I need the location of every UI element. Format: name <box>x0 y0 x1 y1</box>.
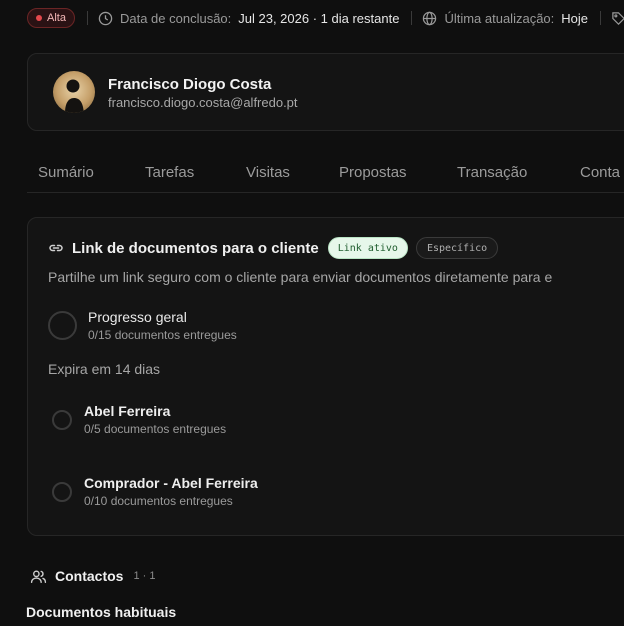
page: Alta Data de conclusão: Jul 23, 2026 · 1… <box>0 0 624 626</box>
contacts-count: 1 · 1 <box>133 570 156 582</box>
contacts-label: Contactos <box>55 568 124 584</box>
divider <box>86 11 88 25</box>
due-label: Data de conclusão: <box>119 10 232 26</box>
meta-bar: Alta Data de conclusão: Jul 23, 2026 · 1… <box>27 7 624 29</box>
progress-count: 0/15 documentos entregues <box>88 328 237 342</box>
progress-title: Progresso geral <box>88 309 187 325</box>
priority-dot-icon <box>36 15 42 21</box>
priority-label: Alta <box>47 12 66 24</box>
tab-bar: Sumário Tarefas Visitas Propostas Transa… <box>27 153 624 193</box>
updated-label: Última atualização: <box>444 10 555 26</box>
due-value: Jul 23, 2026 · 1 dia restante <box>238 10 400 26</box>
document-link-title: Link de documentos para o cliente <box>72 239 319 257</box>
divider <box>411 11 413 25</box>
link-icon <box>48 240 64 256</box>
person-name[interactable]: Comprador - Abel Ferreira <box>84 475 258 491</box>
client-name: Francisco Diogo Costa <box>108 76 272 93</box>
tab-tarefas[interactable]: Tarefas <box>145 164 194 181</box>
last-updated: Última atualização: Hoje <box>422 11 588 26</box>
tab-transacao[interactable]: Transação <box>457 164 527 181</box>
users-icon <box>30 568 47 585</box>
person-name[interactable]: Abel Ferreira <box>84 403 170 419</box>
expiry-text: Expira em 14 dias <box>48 361 161 377</box>
person-progress-ring <box>52 410 72 430</box>
common-documents-heading: Documentos habituais <box>26 604 177 620</box>
tab-sumario[interactable]: Sumário <box>38 164 94 181</box>
document-link-description: Partilhe um link seguro com o cliente pa… <box>48 269 553 285</box>
priority-badge[interactable]: Alta <box>27 8 75 28</box>
client-card[interactable]: Francisco Diogo Costa francisco.diogo.co… <box>27 53 624 131</box>
tab-propostas[interactable]: Propostas <box>339 164 407 181</box>
client-email[interactable]: francisco.diogo.costa@alfredo.pt <box>108 95 298 110</box>
divider <box>600 11 602 25</box>
due-date: Data de conclusão: Jul 23, 2026 · 1 dia … <box>98 11 399 26</box>
link-specific-badge: Específico <box>415 237 499 259</box>
contacts-section-header[interactable]: Contactos 1 · 1 <box>30 566 155 586</box>
updated-value: Hoje <box>561 10 589 26</box>
document-link-header: Link de documentos para o cliente Link a… <box>48 237 499 259</box>
person-silhouette-icon <box>65 79 84 113</box>
person-progress-ring <box>52 482 72 502</box>
person-doc-count: 0/10 documentos entregues <box>84 494 233 508</box>
tab-conta[interactable]: Conta <box>580 164 620 181</box>
clock-icon <box>98 11 113 26</box>
tab-visitas[interactable]: Visitas <box>246 164 290 181</box>
globe-icon <box>422 11 437 26</box>
person-doc-count: 0/5 documentos entregues <box>84 422 227 436</box>
avatar <box>53 71 95 113</box>
tag-icon[interactable] <box>611 11 624 26</box>
progress-ring <box>48 311 77 340</box>
document-link-card: Link de documentos para o cliente Link a… <box>27 217 624 536</box>
link-active-badge: Link ativo <box>327 237 408 259</box>
